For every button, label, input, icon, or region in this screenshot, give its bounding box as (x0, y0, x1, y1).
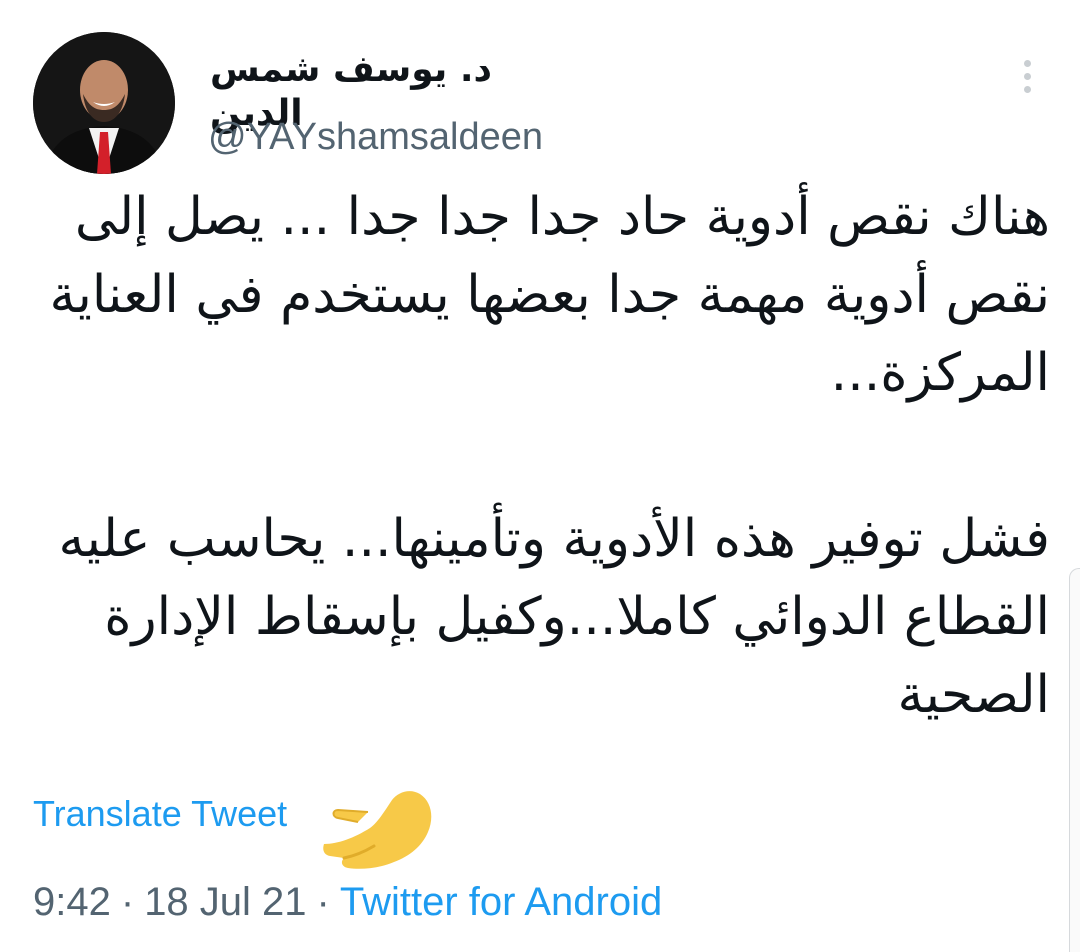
tweet-time[interactable]: 9:42 (33, 880, 111, 924)
more-vertical-icon (1023, 59, 1031, 93)
tweet-metadata: 9:42 · 18 Jul 21 · Twitter for Android (33, 878, 662, 926)
avatar-photo (33, 32, 175, 174)
translate-tweet-link[interactable]: Translate Tweet (33, 792, 287, 836)
tweet-text: هناك نقص أدوية حاد جدا جدا جدا ... يصل إ… (30, 178, 1050, 734)
pointing-hand-icon (323, 791, 432, 869)
avatar[interactable] (33, 32, 175, 174)
meta-separator: · (120, 880, 135, 924)
more-options-button[interactable] (1007, 52, 1047, 100)
tweet-date[interactable]: 18 Jul 21 (144, 880, 306, 924)
scrollbar-edge[interactable] (1069, 568, 1080, 952)
tweet-source-link[interactable]: Twitter for Android (340, 880, 662, 924)
author-handle[interactable]: @YAYshamsaldeen (208, 114, 543, 160)
meta-separator: · (316, 880, 330, 924)
tweet-paragraph-1: هناك نقص أدوية حاد جدا جدا جدا ... يصل إ… (49, 187, 1050, 403)
tweet-paragraph-2: فشل توفير هذه الأدوية وتأمينها... يحاسب … (58, 509, 1050, 725)
